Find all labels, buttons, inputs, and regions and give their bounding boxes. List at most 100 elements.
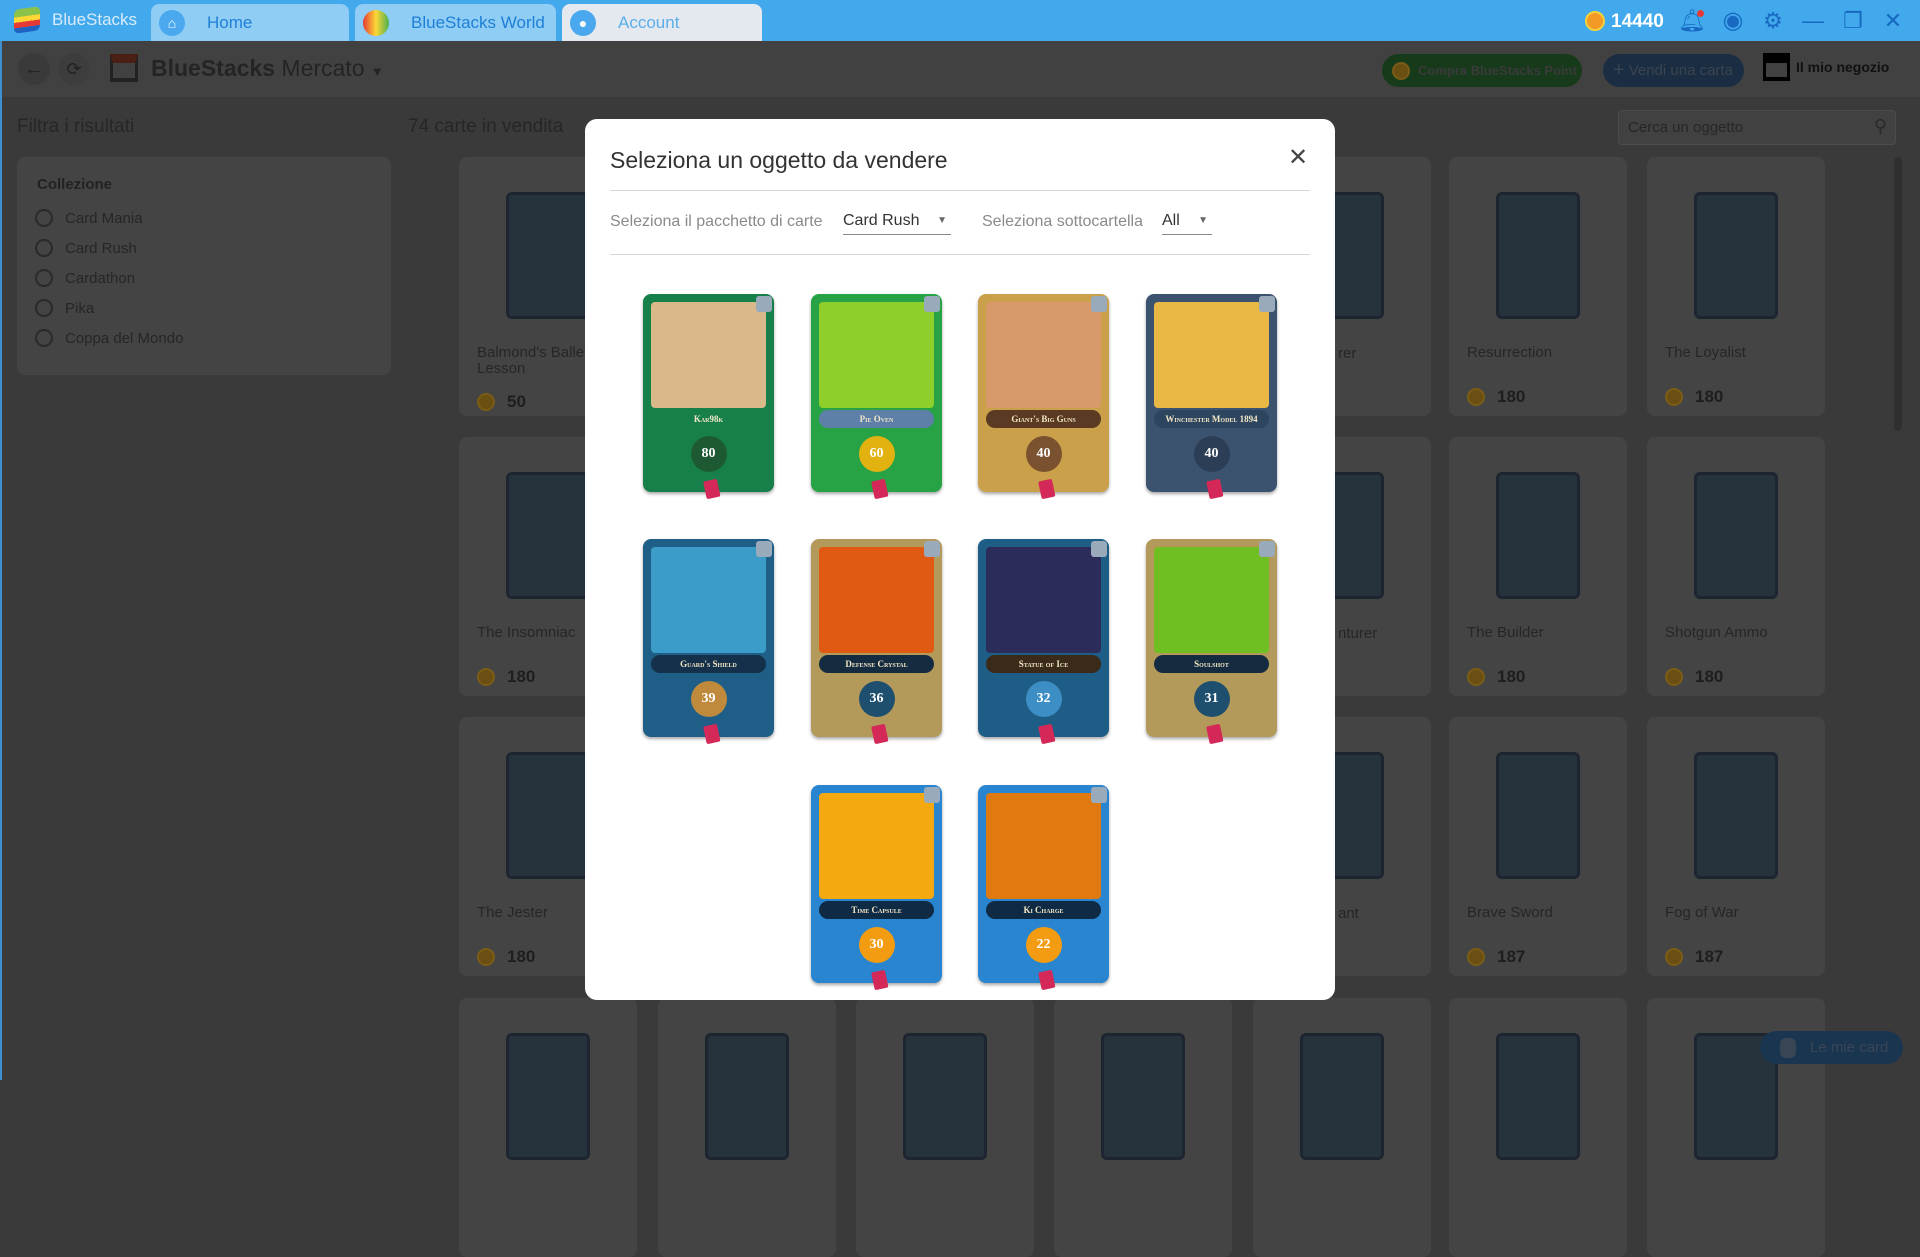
market-card[interactable]: The Loyalist 180 [1647,157,1825,416]
sellable-card[interactable]: Statue of Ice 32 [978,539,1109,745]
market-card[interactable] [658,998,836,1257]
filter-option-label: Card Rush [65,239,137,257]
card-thumbnail [1496,752,1580,879]
card-value: 30 [858,927,895,963]
filter-option[interactable]: Card Mania [35,209,143,227]
market-card[interactable] [459,998,637,1257]
scrollbar[interactable] [1894,157,1902,431]
sellable-card[interactable]: Time Capsule 30 [811,785,942,991]
market-card[interactable] [1054,998,1232,1257]
game-badge-icon [1091,787,1107,803]
card-art [986,302,1101,408]
points-balance: 14440 [1611,11,1664,32]
tab-bluestacks-world[interactable]: BlueStacks World [355,4,556,41]
card-tag-icon [1205,723,1224,745]
my-shop-label: Il mio negozio [1796,59,1890,75]
sellable-card[interactable]: Soulshot 31 [1146,539,1277,745]
card-thumbnail [1496,1033,1580,1160]
restore-icon[interactable]: ❐ [1840,8,1866,34]
card-name: Giant's Big Guns [986,410,1101,428]
sellable-card[interactable]: Giant's Big Guns 40 [978,294,1109,500]
refresh-button[interactable]: ⟳ [58,53,90,85]
card-thumbnail [1496,192,1580,319]
settings-gear-icon[interactable]: ⚙ [1760,8,1786,34]
card-name: Fog of War [1665,904,1739,921]
card-name: Defense Crystal [819,655,934,673]
sellable-card[interactable]: Pie Oven 60 [811,294,942,500]
minimize-icon[interactable]: — [1800,8,1826,34]
filter-option[interactable]: Cardathon [35,269,135,287]
cards-for-sale-count: 74 carte in vendita [408,116,564,137]
radio-button[interactable] [35,299,53,317]
card-value: 60 [858,436,895,472]
page-title[interactable]: BlueStacks Mercato ▼ [151,55,384,82]
market-card[interactable] [1253,998,1431,1257]
market-card[interactable] [856,998,1034,1257]
game-badge-icon [924,787,940,803]
close-window-icon[interactable]: ✕ [1880,8,1906,34]
pack-select[interactable]: Card Rush ▼ [843,207,951,235]
chevron-down-icon: ▼ [370,64,384,79]
radio-button[interactable] [35,239,53,257]
cards-icon [1780,1037,1796,1058]
radio-button[interactable] [35,329,53,347]
sellable-card[interactable]: Ki Charge 22 [978,785,1109,991]
card-thumbnail [506,472,590,599]
card-tag-icon [1037,478,1056,500]
coin-icon [477,948,495,966]
filter-option[interactable]: Card Rush [35,239,137,257]
sellable-card[interactable]: Kar98k 80 [643,294,774,500]
card-price: 180 [1467,667,1525,687]
card-art [651,302,766,408]
card-thumbnail [1300,1033,1384,1160]
card-value: 22 [1025,927,1062,963]
close-icon[interactable]: ✕ [1288,143,1308,172]
market-card[interactable]: Shotgun Ammo 180 [1647,437,1825,696]
price-value: 180 [1695,387,1724,406]
card-tag-icon [1037,969,1056,991]
radio-button[interactable] [35,269,53,287]
subfolder-select-value: All [1162,211,1180,229]
buy-points-button[interactable]: Compra BlueStacks Point [1382,54,1582,87]
sellable-card[interactable]: Defense Crystal 36 [811,539,942,745]
market-card[interactable]: Brave Sword 187 [1449,717,1627,976]
card-value: 80 [690,436,727,472]
card-tag-icon [1037,723,1056,745]
sellable-card[interactable]: Guard's Shield 39 [643,539,774,745]
card-name-partial: nturer [1338,625,1378,642]
card-thumbnail [1101,1033,1185,1160]
game-badge-icon [1259,541,1275,557]
search-input[interactable]: Cerca un oggetto ⚲ [1618,110,1896,145]
filter-option[interactable]: Coppa del Mondo [35,329,183,347]
sellable-card[interactable]: Winchester Model 1894 40 [1146,294,1277,500]
market-card[interactable] [1449,998,1627,1257]
sell-card-button[interactable]: + Vendi una carta [1603,54,1744,87]
market-card[interactable]: Resurrection 180 [1449,157,1627,416]
shop-icon [1763,53,1790,81]
market-card[interactable]: Fog of War 187 [1647,717,1825,976]
market-card[interactable]: The Builder 180 [1449,437,1627,696]
card-price: 50 [477,392,526,412]
filter-option[interactable]: Pika [35,299,94,317]
card-name-partial: rer [1338,345,1357,362]
divider [610,190,1310,191]
my-shop-button[interactable]: Il mio negozio [1763,53,1889,81]
back-button[interactable]: ← [18,53,50,85]
dropdown-arrow-icon: ▼ [1198,215,1208,226]
app-name: BlueStacks [52,10,138,29]
card-art [819,302,934,408]
game-badge-icon [1091,541,1107,557]
card-tag-icon [870,969,889,991]
tab-account[interactable]: ● Account [562,4,762,41]
card-thumbnail [1694,752,1778,879]
card-name: Statue of Ice [986,655,1101,673]
subfolder-select[interactable]: All ▼ [1162,207,1212,235]
tab-home[interactable]: ⌂ Home [151,4,349,41]
plus-icon: + [1613,59,1625,81]
radio-button[interactable] [35,209,53,227]
profile-icon[interactable]: ◉ [1720,8,1746,34]
card-price: 187 [1467,947,1525,967]
my-cards-button[interactable]: Le mie card [1760,1031,1903,1064]
card-art [819,547,934,653]
card-tag-icon [1205,478,1224,500]
